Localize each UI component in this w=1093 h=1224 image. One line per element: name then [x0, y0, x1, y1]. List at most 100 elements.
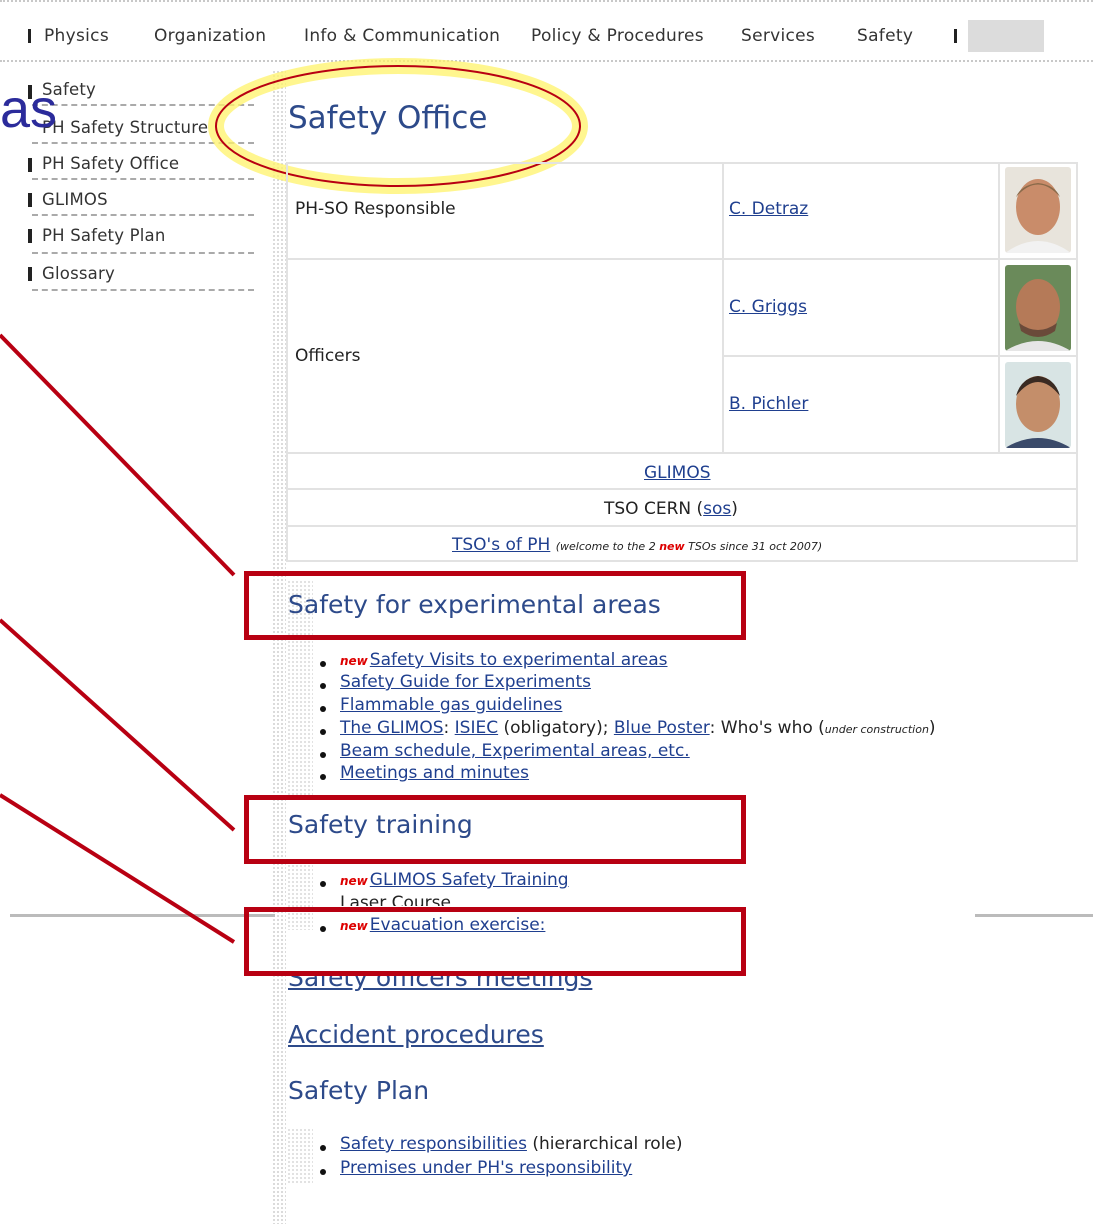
- bullet-icon: [320, 752, 326, 758]
- portrait-griggs: [1005, 265, 1071, 351]
- menu-marker-icon: [28, 229, 32, 243]
- link-tsos-of-ph[interactable]: TSO's of PH: [452, 535, 550, 555]
- list-item: Meetings and minutes: [340, 763, 529, 783]
- table-row-divider: [288, 525, 1076, 527]
- table-col-divider: [998, 164, 1000, 452]
- obligatory-text: (obligatory);: [498, 718, 614, 738]
- link-accident-procedures[interactable]: Accident procedures: [288, 1020, 544, 1049]
- list-item: new Safety Visits to experimental areas: [340, 650, 667, 670]
- separator-text: :: [443, 718, 455, 738]
- tso-cern-label: TSO CERN (: [604, 499, 704, 519]
- portrait-detraz: [1005, 167, 1071, 253]
- list-item: Premises under PH's responsibility: [340, 1158, 632, 1178]
- link-safety-visits[interactable]: Safety Visits to experimental areas: [370, 650, 668, 670]
- dotted-gutter: [287, 1128, 313, 1183]
- bullet-icon: [320, 683, 326, 689]
- menu-item-ph-safety-plan[interactable]: PH Safety Plan: [42, 226, 166, 245]
- link-flammable-gas[interactable]: Flammable gas guidelines: [340, 695, 562, 715]
- page-title: Safety Office: [288, 100, 488, 136]
- nav-marker-icon: [28, 29, 31, 43]
- list-item: Safety responsibilities (hierarchical ro…: [340, 1134, 683, 1154]
- bullet-icon: [320, 1169, 326, 1175]
- annotation-box-training: [244, 795, 746, 864]
- table-col-divider: [722, 164, 724, 452]
- link-glimos[interactable]: GLIMOS: [644, 463, 711, 483]
- menu-marker-icon: [28, 158, 32, 172]
- menu-item-glossary[interactable]: Glossary: [42, 264, 115, 283]
- nav-info-communication[interactable]: Info & Communication: [304, 26, 500, 46]
- new-badge: new: [340, 874, 368, 888]
- link-beam-schedule[interactable]: Beam schedule, Experimental areas, etc.: [340, 741, 690, 761]
- tso-ph-note-post: TSOs since 31 oct 2007): [684, 540, 823, 553]
- link-premises[interactable]: Premises under PH's responsibility: [340, 1158, 632, 1178]
- bullet-icon: [320, 881, 326, 887]
- nav-organization[interactable]: Organization: [154, 26, 266, 46]
- officers-label: Officers: [295, 346, 361, 366]
- list-item-laser-course: Laser Course: [340, 893, 451, 906]
- nav-physics[interactable]: Physics: [44, 26, 109, 46]
- dotted-gutter: [272, 70, 286, 1224]
- new-badge: new: [659, 540, 685, 553]
- menu-item-glimos[interactable]: GLIMOS: [42, 190, 108, 209]
- menu-divider: [32, 214, 254, 216]
- annotation-line: [0, 618, 236, 832]
- table-row-divider: [724, 355, 1076, 357]
- bullet-icon: [320, 1145, 326, 1151]
- menu-divider: [32, 252, 254, 254]
- list-item: Flammable gas guidelines: [340, 695, 562, 715]
- whos-who-text: : Who's who (: [709, 718, 825, 738]
- link-pichler[interactable]: B. Pichler: [729, 394, 808, 414]
- link-isiec[interactable]: ISIEC: [455, 718, 498, 738]
- nav-policy-procedures[interactable]: Policy & Procedures: [531, 26, 704, 46]
- annotation-box-experimental: [244, 571, 746, 640]
- nav-grey-block: [968, 20, 1044, 52]
- tso-ph-note-pre: (welcome to the 2: [555, 540, 660, 553]
- link-sos[interactable]: sos: [703, 499, 731, 519]
- tso-ph-note: (welcome to the 2 new TSOs since 31 oct …: [556, 540, 822, 553]
- bullet-icon: [320, 774, 326, 780]
- list-item: The GLIMOS: ISIEC (obligatory); Blue Pos…: [340, 718, 936, 738]
- tso-ph-row: TSO's of PH (welcome to the 2 new TSOs s…: [452, 535, 822, 555]
- bullet-icon: [320, 706, 326, 712]
- menu-marker-icon: [28, 267, 32, 281]
- bullet-icon: [320, 729, 326, 735]
- bullet-icon: [320, 661, 326, 667]
- slide-title-fragment: as: [0, 79, 58, 139]
- link-the-glimos[interactable]: The GLIMOS: [340, 718, 444, 738]
- menu-item-ph-safety-structure[interactable]: PH Safety Structure: [42, 118, 208, 137]
- annotation-line: [0, 793, 236, 944]
- list-item: Beam schedule, Experimental areas, etc.: [340, 741, 690, 761]
- tso-cern-close: ): [731, 499, 738, 519]
- under-construction-note: under construction: [824, 723, 929, 736]
- portrait-pichler: [1005, 362, 1071, 448]
- table-row-divider: [288, 488, 1076, 490]
- link-blue-poster[interactable]: Blue Poster: [614, 718, 710, 738]
- nav-marker-icon: [954, 29, 957, 43]
- responsible-label: PH-SO Responsible: [295, 199, 456, 219]
- link-griggs[interactable]: C. Griggs: [729, 297, 807, 317]
- nav-safety[interactable]: Safety: [857, 26, 913, 46]
- heading-clip: Safety officers meetings: [286, 973, 616, 995]
- table-row-divider: [288, 452, 1076, 454]
- annotation-box-evacuation: [244, 907, 746, 976]
- link-safety-guide[interactable]: Safety Guide for Experiments: [340, 672, 591, 692]
- link-glimos-training[interactable]: GLIMOS Safety Training: [370, 870, 569, 890]
- nav-services[interactable]: Services: [741, 26, 815, 46]
- hierarchical-role-text: (hierarchical role): [526, 1134, 683, 1154]
- list-item: new GLIMOS Safety Training: [340, 870, 569, 890]
- close-paren: ): [928, 718, 936, 738]
- table-row-divider: [288, 258, 1076, 260]
- menu-divider: [32, 289, 254, 291]
- new-badge: new: [340, 654, 368, 668]
- heading-safety-plan: Safety Plan: [288, 1076, 430, 1105]
- link-detraz[interactable]: C. Detraz: [729, 199, 808, 219]
- link-meetings-minutes[interactable]: Meetings and minutes: [340, 763, 529, 783]
- top-nav: Physics Organization Info & Communicatio…: [0, 0, 1093, 62]
- menu-marker-icon: [28, 193, 32, 207]
- link-safety-responsibilities[interactable]: Safety responsibilities: [340, 1134, 527, 1154]
- menu-item-ph-safety-office[interactable]: PH Safety Office: [42, 154, 179, 173]
- slide-divider-line: [975, 914, 1093, 917]
- slide-divider-line: [10, 914, 275, 917]
- list-item: Safety Guide for Experiments: [340, 672, 591, 692]
- annotation-line: [0, 333, 236, 577]
